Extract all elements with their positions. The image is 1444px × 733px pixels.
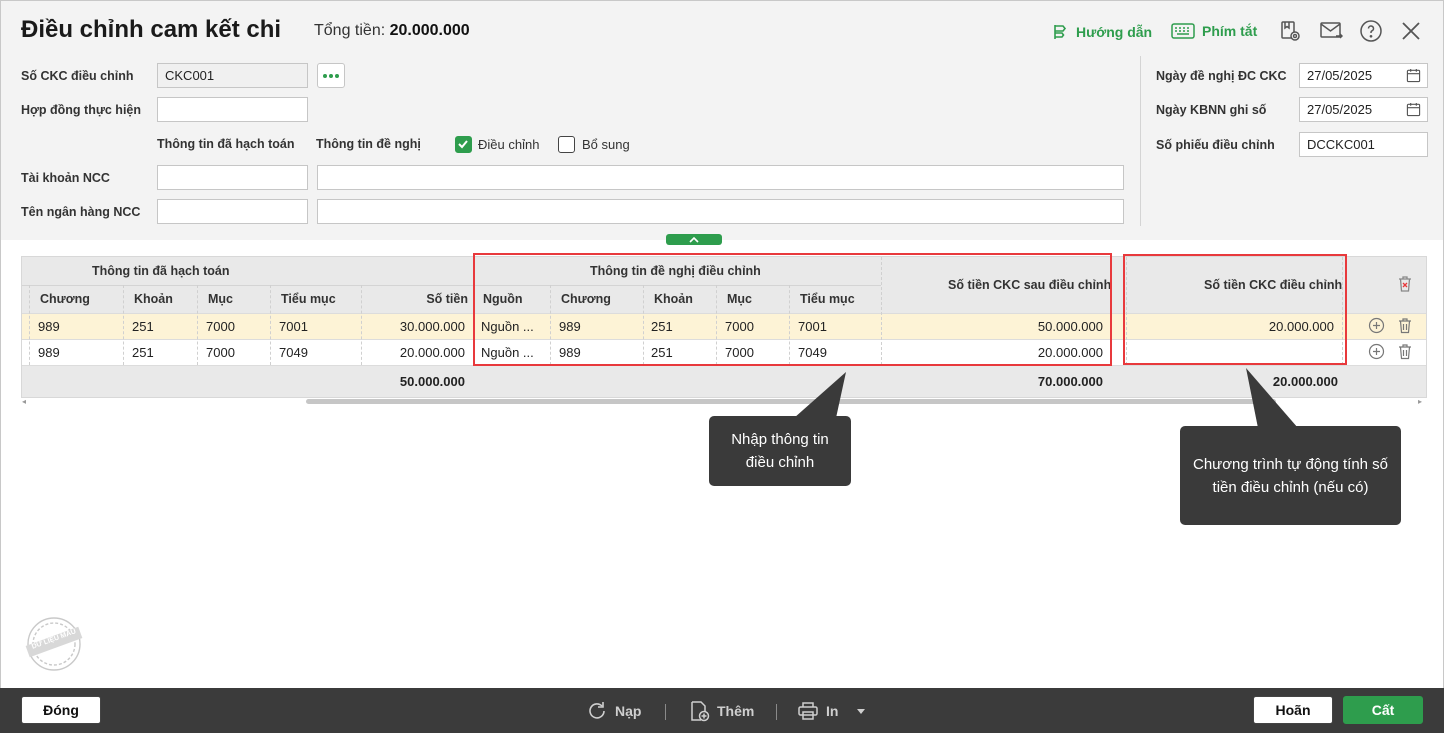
total-value: 20.000.000: [389, 22, 470, 39]
bank-accounted-input[interactable]: [157, 199, 308, 224]
account-label: Tài khoản NCC: [21, 171, 110, 185]
kbnn-date-label: Ngày KBNN ghi số: [1156, 103, 1267, 117]
sample-data-watermark: DỮ LIỆU MẪU: [24, 614, 84, 674]
cell-khoan[interactable]: 251: [132, 345, 154, 360]
voucher-label: Số phiếu điều chỉnh: [1156, 138, 1275, 152]
guide-label: Hướng dẫn: [1076, 24, 1153, 40]
trash-icon[interactable]: [1397, 343, 1413, 360]
close-button[interactable]: Đóng: [21, 696, 101, 724]
horizontal-scrollbar[interactable]: ◂ ▸: [22, 398, 1426, 406]
col-sotien: Số tiền: [426, 292, 468, 306]
kbnn-date-value: 27/05/2025: [1307, 102, 1373, 117]
contract-label: Hợp đồng thực hiện: [21, 103, 142, 117]
col-tieumuc: Tiểu mục: [281, 292, 336, 306]
add-row-icon[interactable]: [1368, 343, 1385, 360]
accounted-info-label: Thông tin đã hạch toán: [157, 137, 295, 151]
cell-chuong[interactable]: 989: [38, 319, 60, 334]
supplement-checkbox[interactable]: [558, 136, 575, 153]
contract-input[interactable]: [157, 97, 308, 122]
check-icon: [458, 140, 468, 149]
close-icon[interactable]: [1399, 19, 1423, 43]
total-amount: Tổng tiền: 20.000.000: [314, 22, 470, 40]
cancel-button[interactable]: Hoãn: [1253, 696, 1333, 724]
adjust-label: Điều chỉnh: [478, 137, 540, 152]
add-document-icon: [691, 701, 710, 722]
form-divider: [1140, 56, 1141, 226]
add-label: Thêm: [717, 703, 755, 719]
delete-all-icon[interactable]: [1397, 275, 1413, 293]
callout-pointer: [1246, 368, 1298, 428]
proposal-info-label: Thông tin đề nghị: [316, 137, 421, 151]
keyboard-icon: [1171, 23, 1195, 39]
cell-muc[interactable]: 7000: [206, 345, 235, 360]
cell-tieumuc[interactable]: 7049: [279, 345, 308, 360]
footer-bar: Đóng Nạp Thêm In Hoãn Cất: [0, 688, 1444, 733]
account-accounted-input[interactable]: [157, 165, 308, 190]
adjust-checkbox[interactable]: [455, 136, 472, 153]
shortcut-label: Phím tắt: [1202, 23, 1258, 39]
cell-sotien[interactable]: 30.000.000: [364, 319, 465, 334]
propose-date-label: Ngày đề nghị ĐC CKC: [1156, 69, 1287, 83]
reload-button[interactable]: Nạp: [586, 699, 641, 723]
collapse-toggle[interactable]: [666, 234, 722, 245]
help-icon[interactable]: [1359, 19, 1383, 43]
kbnn-date-input[interactable]: 27/05/2025: [1299, 97, 1428, 122]
chevron-up-icon: [689, 236, 699, 243]
callout-enter-info: Nhập thông tin điều chỉnh: [709, 416, 851, 486]
reload-label: Nạp: [615, 703, 642, 719]
cell-khoan[interactable]: 251: [132, 319, 154, 334]
callout-pointer: [794, 372, 846, 418]
shortcut-link[interactable]: Phím tắt: [1171, 23, 1257, 39]
guide-icon: [1054, 25, 1067, 39]
cell-muc[interactable]: 7000: [206, 319, 235, 334]
cell-chuong[interactable]: 989: [38, 345, 60, 360]
scroll-left-icon[interactable]: ◂: [22, 398, 26, 406]
guide-link[interactable]: Hướng dẫn: [1051, 23, 1152, 41]
preview-icon[interactable]: [1278, 19, 1302, 43]
total-sotien: 50.000.000: [399, 374, 465, 389]
trash-icon[interactable]: [1397, 317, 1413, 334]
calendar-icon[interactable]: [1406, 68, 1421, 83]
cell-tieumuc[interactable]: 7001: [279, 319, 308, 334]
ckc-label: Số CKC điều chỉnh: [21, 69, 134, 83]
group-accounted-header: Thông tin đã hạch toán: [92, 264, 230, 278]
col-khoan: Khoản: [134, 292, 173, 306]
chevron-down-icon[interactable]: [856, 707, 866, 715]
total-after-amount: 70.000.000: [1037, 374, 1103, 389]
callout-enter-info-text: Nhập thông tin điều chỉnh: [731, 431, 829, 471]
total-label: Tổng tiền:: [314, 22, 386, 39]
ckc-input[interactable]: CKC001: [157, 63, 308, 88]
save-button[interactable]: Cất: [1343, 696, 1423, 724]
highlight-proposal-columns: [473, 253, 1112, 366]
add-button[interactable]: Thêm: [688, 699, 754, 723]
propose-date-value: 27/05/2025: [1307, 68, 1373, 83]
mail-icon[interactable]: [1319, 19, 1343, 43]
reload-icon: [589, 702, 605, 719]
printer-icon: [798, 702, 818, 720]
callout-auto-calc: Chương trình tự động tính số tiền điều c…: [1180, 426, 1401, 525]
propose-date-input[interactable]: 27/05/2025: [1299, 63, 1428, 88]
scroll-right-icon[interactable]: ▸: [1418, 398, 1422, 406]
print-button[interactable]: In: [797, 699, 838, 723]
bank-label: Tên ngân hàng NCC: [21, 205, 141, 219]
highlight-adjust-column: [1123, 254, 1347, 365]
callout-auto-calc-text: Chương trình tự động tính số tiền điều c…: [1192, 455, 1389, 496]
print-label: In: [826, 703, 839, 719]
add-row-icon[interactable]: [1368, 317, 1385, 334]
col-muc: Mục: [208, 292, 233, 306]
page-title: Điều chỉnh cam kết chi: [21, 16, 282, 43]
bank-proposal-input[interactable]: [317, 199, 1124, 224]
more-button[interactable]: [317, 63, 345, 88]
supplement-label: Bổ sung: [582, 137, 630, 152]
account-proposal-input[interactable]: [317, 165, 1124, 190]
voucher-input[interactable]: DCCKC001: [1299, 132, 1428, 157]
calendar-icon[interactable]: [1406, 102, 1421, 117]
cell-sotien[interactable]: 20.000.000: [364, 345, 465, 360]
col-chuong: Chương: [40, 292, 90, 306]
